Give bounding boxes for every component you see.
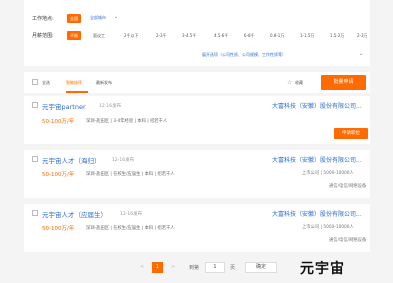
salary-option[interactable]: 4.5-6千 <box>214 33 228 39</box>
page-unit: 页 <box>230 265 236 271</box>
salary-option[interactable]: 6-8千 <box>244 33 255 39</box>
tab-smart-sort[interactable]: 智能排序 <box>66 80 82 86</box>
active-tab-indicator <box>66 91 88 93</box>
company-meta: 上市公司 | 5000-10000人 <box>302 225 354 230</box>
salary-option[interactable]: 2-3千 <box>156 33 167 39</box>
company-name[interactable]: 大富科技（安徽）股份有限公司... <box>272 155 362 164</box>
chevron-down-icon[interactable]: ⌄ <box>359 51 363 57</box>
sort-bar: 全选 智能排序 最新发布 ☆ 收藏 批量申请 <box>24 72 370 93</box>
favorite-link[interactable]: 收藏 <box>295 80 303 86</box>
more-filters-link[interactable]: 展开选项（公司性质、公司规模、工作性质等） <box>202 52 286 58</box>
job-salary: 50-100万/年 <box>42 119 75 125</box>
salary-filter-label: 月薪范围: <box>32 33 54 39</box>
job-salary: 50-100万/年 <box>42 172 75 178</box>
star-icon[interactable]: ☆ <box>287 79 292 86</box>
company-name[interactable]: 大富科技（安徽）股份有限公司... <box>272 101 362 110</box>
salary-filter-selected[interactable]: 不限 <box>67 31 81 40</box>
job-checkbox[interactable] <box>32 102 38 108</box>
job-date: 12-16发布 <box>99 104 122 109</box>
job-salary: 50-100万/年 <box>42 226 75 232</box>
salary-option[interactable]: 1-1.5万 <box>300 33 314 39</box>
company-name[interactable]: 大富科技（安徽）股份有限公司... <box>272 209 362 218</box>
city-filter-label: 工作地点: <box>32 16 54 22</box>
next-page-button[interactable]: > <box>171 264 175 270</box>
job-title[interactable]: 元宇宙人才（应届生） <box>42 209 107 219</box>
confirm-page-button[interactable]: 确定 <box>245 262 277 273</box>
job-card[interactable]: 元宇宙partner 12-16发布 50-100万/年 深圳-盐田区 | 3-… <box>24 96 370 144</box>
job-checkbox[interactable] <box>32 156 38 162</box>
salary-option[interactable]: 1.5-2万 <box>330 33 344 39</box>
job-checkbox[interactable] <box>32 210 38 216</box>
change-city-link[interactable]: 全部城市 <box>90 15 106 21</box>
job-card[interactable]: 元宇宙人才（应届生） 12-16发布 50-100万/年 深圳-盐田区 | 在校… <box>24 204 370 252</box>
select-all-label: 全选 <box>42 80 50 85</box>
company-industry: 通信/电信/网络设备 <box>329 238 367 243</box>
job-date: 12-16发布 <box>120 212 143 217</box>
job-title[interactable]: 元宇宙partner <box>42 101 86 111</box>
salary-option[interactable]: 0.8-1万 <box>270 33 284 39</box>
salary-option[interactable]: 2千以下 <box>124 33 139 39</box>
chevron-down-icon[interactable]: ⌄ <box>114 14 118 20</box>
salary-option[interactable]: 2-3万 <box>357 33 368 39</box>
select-all-checkbox[interactable] <box>32 79 38 85</box>
job-meta: 深圳-盐田区 | 在校生/应届生 | 本科 | 招若干人 <box>86 172 175 177</box>
company-industry: 通信/电信/网络设备 <box>329 184 367 189</box>
filter-panel: 工作地点: 全国 全部城市 ⌄ 月薪范围: 不限 面议工 2千以下 2-3千 3… <box>24 0 370 66</box>
salary-option[interactable]: 面议工 <box>93 33 105 39</box>
job-card[interactable]: 元宇宙人才（海归） 12-16发布 50-100万/年 深圳-盐田区 | 在校生… <box>24 150 370 198</box>
job-meta: 深圳-盐田区 | 在校生/应届生 | 本科 | 招若干人 <box>86 226 175 231</box>
apply-button[interactable]: 申请职位 <box>334 128 368 139</box>
job-date: 12-16发布 <box>112 158 135 163</box>
city-filter-selected[interactable]: 全国 <box>67 14 81 23</box>
job-meta: 深圳-盐田区 | 3-4年经验 | 本科 | 招若干人 <box>86 119 168 124</box>
company-meta: 上市公司 | 5000-10000人 <box>302 171 354 176</box>
salary-option[interactable]: 3-4.5千 <box>182 33 196 39</box>
goto-page-input[interactable]: 1 <box>205 262 225 273</box>
batch-apply-button[interactable]: 批量申请 <box>321 75 366 90</box>
tab-latest[interactable]: 最新发布 <box>96 80 112 86</box>
current-page[interactable]: 1 <box>152 262 163 273</box>
watermark-logo: 元宇宙 <box>300 261 345 277</box>
goto-label: 到第 <box>189 265 200 271</box>
job-title[interactable]: 元宇宙人才（海归） <box>42 155 101 165</box>
prev-page-button[interactable]: < <box>140 264 144 270</box>
